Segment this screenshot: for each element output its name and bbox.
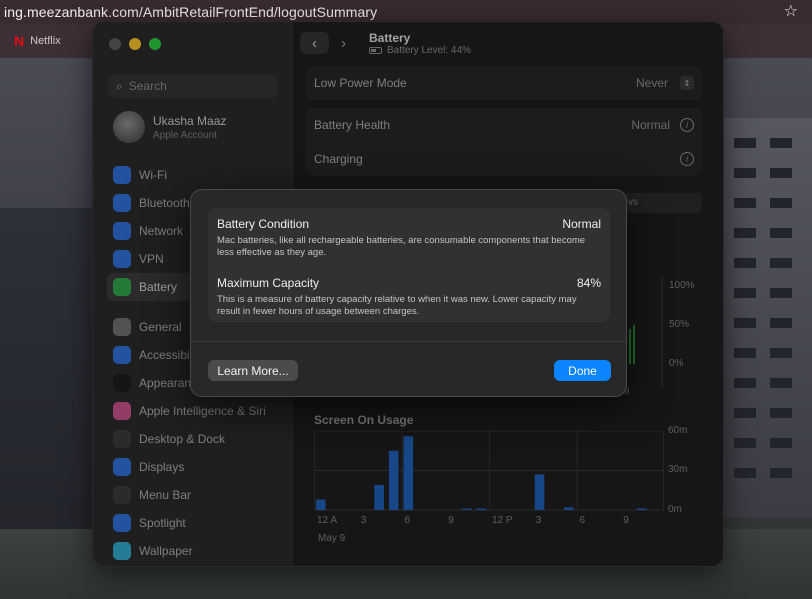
building-window <box>734 138 756 148</box>
building-window <box>734 228 756 238</box>
building-window <box>770 318 792 328</box>
building-window <box>770 348 792 358</box>
building-window <box>770 468 792 478</box>
building-window <box>770 438 792 448</box>
building-window <box>770 228 792 238</box>
bookmark-netflix[interactable]: Netflix <box>30 35 61 47</box>
building-window <box>734 348 756 358</box>
url-text[interactable]: ing.meezanbank.com/AmbitRetailFrontEnd/l… <box>4 4 377 20</box>
sheet-divider <box>191 341 626 342</box>
building-window <box>770 258 792 268</box>
building-window <box>734 468 756 478</box>
background-building-right <box>722 118 812 518</box>
battery-health-sheet: Battery Condition Normal Mac batteries, … <box>190 189 627 397</box>
building-window <box>770 138 792 148</box>
building-window <box>770 378 792 388</box>
battery-condition-value: Normal <box>562 217 601 231</box>
done-button[interactable]: Done <box>554 360 611 381</box>
building-window <box>734 288 756 298</box>
learn-more-button[interactable]: Learn More... <box>208 360 298 381</box>
maximum-capacity-desc: This is a measure of battery capacity re… <box>217 294 577 317</box>
building-window <box>770 288 792 298</box>
building-window <box>770 198 792 208</box>
maximum-capacity-section: Maximum Capacity 84% This is a measure o… <box>217 276 601 318</box>
building-window <box>734 318 756 328</box>
battery-condition-desc: Mac batteries, like all rechargeable bat… <box>217 235 586 258</box>
building-window <box>734 258 756 268</box>
building-window <box>734 438 756 448</box>
building-window <box>734 198 756 208</box>
battery-condition-section: Battery Condition Normal Mac batteries, … <box>217 217 601 259</box>
maximum-capacity-value: 84% <box>576 276 601 290</box>
building-window <box>734 378 756 388</box>
background-building-left <box>0 208 100 568</box>
building-window <box>770 408 792 418</box>
star-icon[interactable]: ☆ <box>784 1 798 21</box>
battery-condition-title: Battery Condition <box>217 217 310 231</box>
building-window <box>734 168 756 178</box>
battery-info-box: Battery Condition Normal Mac batteries, … <box>208 208 610 322</box>
building-window <box>734 408 756 418</box>
netflix-logo-icon[interactable]: N <box>14 33 24 49</box>
building-window <box>770 168 792 178</box>
maximum-capacity-title: Maximum Capacity <box>217 276 320 290</box>
